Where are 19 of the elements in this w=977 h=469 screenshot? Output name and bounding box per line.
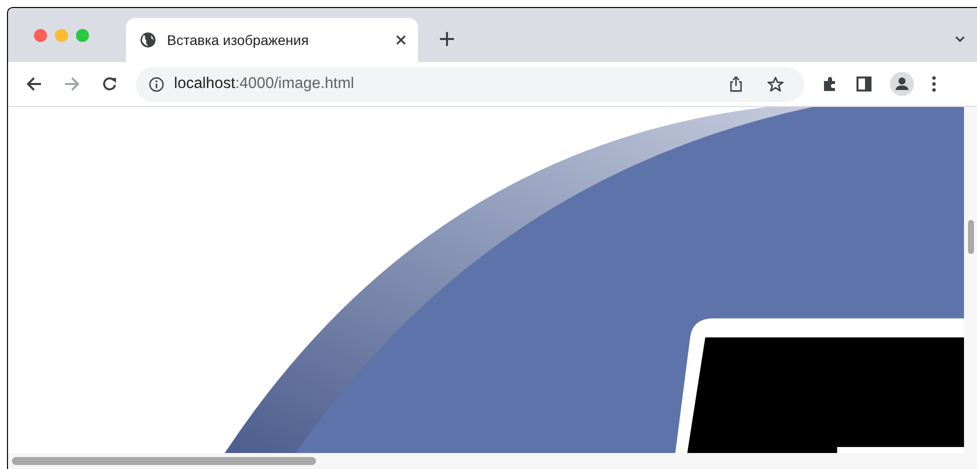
globe-icon bbox=[140, 32, 156, 48]
url-text: localhost:4000/image.html bbox=[174, 75, 354, 93]
tab-title: Вставка изображения bbox=[167, 32, 310, 48]
back-arrow-icon[interactable] bbox=[26, 76, 42, 92]
reload-icon[interactable] bbox=[102, 76, 118, 92]
side-panel-icon[interactable] bbox=[856, 76, 872, 92]
share-icon[interactable] bbox=[729, 76, 743, 92]
star-icon[interactable] bbox=[767, 76, 784, 92]
horizontal-scrollbar[interactable] bbox=[8, 453, 977, 469]
profile-avatar-icon[interactable] bbox=[890, 72, 914, 96]
more-menu-icon[interactable] bbox=[932, 76, 936, 92]
address-bar[interactable]: localhost:4000/image.html bbox=[136, 66, 804, 102]
vertical-scrollbar[interactable] bbox=[964, 107, 977, 453]
info-icon bbox=[149, 76, 164, 92]
close-tab-icon[interactable] bbox=[396, 35, 406, 45]
tab-search-chevron-icon[interactable] bbox=[955, 36, 965, 42]
new-tab-icon[interactable] bbox=[440, 32, 454, 46]
puzzle-piece-icon[interactable] bbox=[822, 76, 838, 92]
browser-tab[interactable]: Вставка изображения bbox=[126, 18, 418, 62]
